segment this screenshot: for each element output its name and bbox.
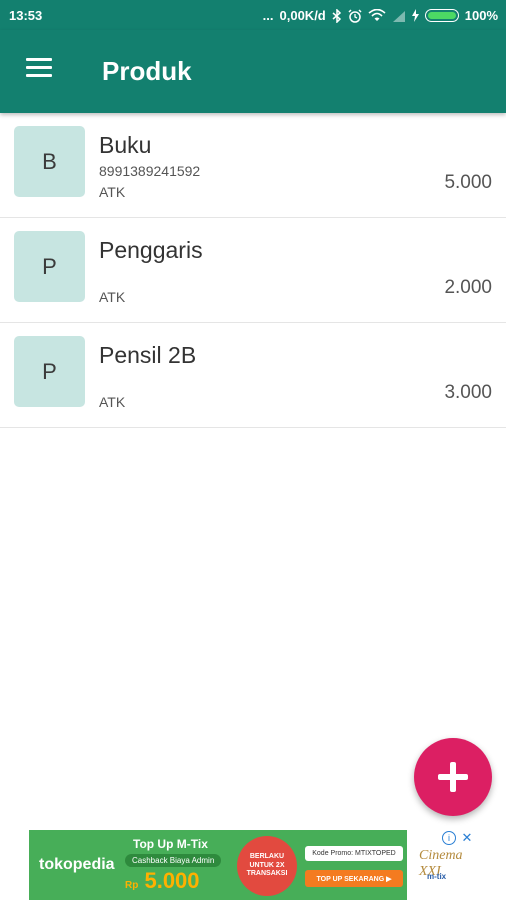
app-bar: Produk	[0, 30, 506, 113]
product-name: Pensil 2B	[99, 342, 197, 368]
product-item[interactable]: P Pensil 2B ATK 3.000	[0, 323, 506, 428]
product-name: Buku	[99, 132, 152, 158]
product-name: Penggaris	[99, 237, 203, 263]
battery-icon	[424, 9, 459, 22]
product-category: ATK	[99, 184, 126, 200]
notification-dots: ...	[262, 8, 274, 23]
ad-amount-value: 5.000	[144, 868, 200, 893]
wifi-icon	[368, 9, 386, 21]
charging-icon	[411, 9, 419, 22]
product-avatar: P	[14, 231, 85, 302]
ad-currency: Rp	[125, 880, 139, 891]
product-avatar: B	[14, 126, 85, 197]
status-icons: ... 0,00K/d 100%	[263, 8, 498, 23]
product-price: 2.000	[444, 277, 492, 298]
ad-amount: Rp 5.000	[125, 868, 200, 894]
page-title: Produk	[102, 56, 192, 86]
status-time: 13:53	[9, 8, 43, 23]
signal-icon	[392, 10, 405, 22]
ad-cta-button[interactable]: TOP UP SEKARANG ▶	[305, 870, 403, 887]
mtix-logo: m-tix	[427, 872, 447, 881]
bluetooth-icon	[332, 8, 341, 23]
ad-banner[interactable]: tokopedia Top Up M-Tix Cashback Biaya Ad…	[29, 830, 478, 900]
product-category: ATK	[99, 394, 126, 410]
product-item[interactable]: B Buku 8991389241592 ATK 5.000	[0, 113, 506, 218]
ad-headline: Top Up M-Tix	[133, 837, 208, 851]
product-avatar: P	[14, 336, 85, 407]
status-bar: 13:53 ... 0,00K/d 100%	[0, 0, 506, 30]
product-price: 3.000	[444, 382, 492, 403]
product-barcode: 8991389241592	[99, 163, 201, 179]
ad-promo-code: Kode Promo: MTIXTOPED	[305, 846, 403, 861]
close-icon[interactable]: ✕	[459, 830, 475, 846]
network-speed: 0,00K/d	[279, 8, 326, 23]
add-product-button[interactable]	[414, 738, 492, 816]
hamburger-menu-icon[interactable]	[22, 54, 56, 82]
battery-percent: 100%	[464, 8, 498, 23]
info-icon[interactable]: i	[442, 831, 456, 845]
alarm-icon	[348, 8, 362, 23]
product-item[interactable]: P Penggaris ATK 2.000	[0, 218, 506, 323]
product-category: ATK	[99, 289, 126, 305]
ad-badge: BERLAKU UNTUK 2X TRANSAKSI	[237, 836, 297, 896]
ad-cashback: Cashback Biaya Admin	[125, 854, 222, 867]
product-price: 5.000	[444, 172, 492, 193]
product-list: B Buku 8991389241592 ATK 5.000 P Penggar…	[0, 113, 506, 428]
tokopedia-logo: tokopedia	[39, 856, 115, 873]
